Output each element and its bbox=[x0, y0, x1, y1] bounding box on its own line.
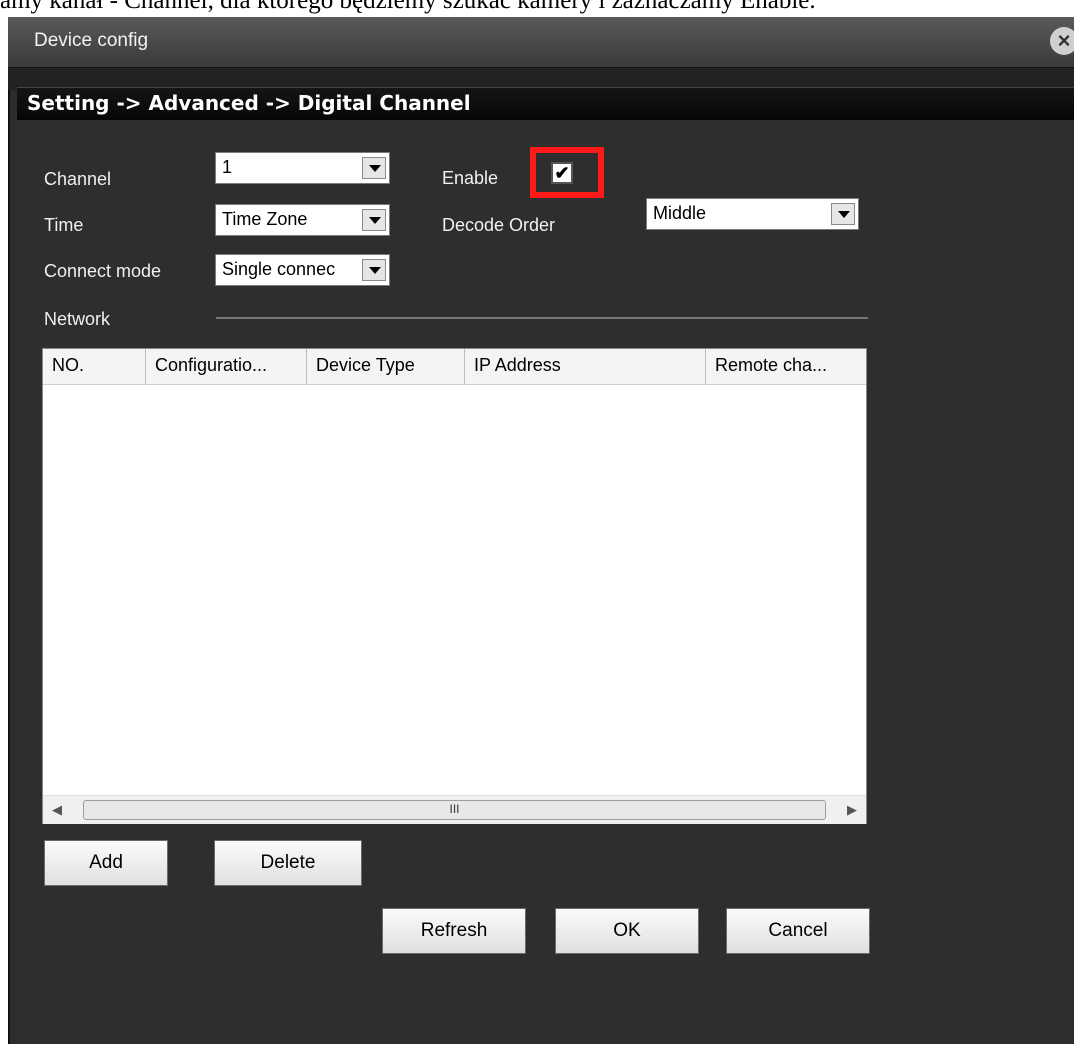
breadcrumb-banner: Setting -> Advanced -> Digital Channel bbox=[17, 87, 1074, 121]
time-label: Time bbox=[44, 215, 84, 235]
column-header-remote-channel[interactable]: Remote cha... bbox=[706, 349, 866, 384]
chevron-down-icon[interactable] bbox=[362, 259, 386, 281]
enable-checkbox[interactable]: ✔ bbox=[551, 162, 573, 184]
channel-label: Channel bbox=[44, 169, 112, 189]
time-select[interactable]: Time Zone bbox=[215, 204, 390, 236]
ok-button[interactable]: OK bbox=[555, 908, 699, 954]
device-table[interactable]: NO. Configuratio... Device Type IP Addre… bbox=[42, 348, 867, 824]
table-header: NO. Configuratio... Device Type IP Addre… bbox=[43, 349, 866, 385]
refresh-button[interactable]: Refresh bbox=[382, 908, 526, 954]
channel-value: 1 bbox=[222, 157, 233, 177]
scroll-right-icon[interactable]: ▶ bbox=[838, 796, 866, 824]
channel-select[interactable]: 1 bbox=[215, 152, 390, 184]
connect-mode-value: Single connec bbox=[222, 259, 336, 279]
column-header-configuration[interactable]: Configuratio... bbox=[146, 349, 307, 384]
chevron-down-icon[interactable] bbox=[362, 157, 386, 179]
breadcrumb: Setting -> Advanced -> Digital Channel bbox=[27, 91, 471, 115]
decode-order-select[interactable]: Middle bbox=[646, 198, 859, 230]
add-button[interactable]: Add bbox=[44, 840, 168, 886]
title-bar[interactable]: Device config × bbox=[8, 17, 1074, 67]
close-icon[interactable]: × bbox=[1050, 27, 1074, 55]
scrollbar-thumb[interactable]: III bbox=[83, 800, 826, 820]
time-value: Time Zone bbox=[222, 209, 308, 229]
enable-label: Enable bbox=[442, 168, 499, 188]
document-caption: amy kanał - Channel, dla którego będziem… bbox=[0, 0, 816, 14]
settings-panel: Channel 1 Enable ✔ Time Time Zone Decode… bbox=[17, 120, 1074, 1044]
horizontal-scrollbar[interactable]: ◀ III ▶ bbox=[43, 795, 866, 824]
decode-order-label: Decode Order bbox=[442, 215, 556, 235]
column-header-ip-address[interactable]: IP Address bbox=[465, 349, 706, 384]
decode-order-value: Middle bbox=[653, 203, 707, 223]
delete-button[interactable]: Delete bbox=[214, 840, 362, 886]
window-title: Device config bbox=[34, 30, 149, 51]
window-edge bbox=[8, 17, 10, 1044]
column-header-no[interactable]: NO. bbox=[43, 349, 146, 384]
connect-mode-select[interactable]: Single connec bbox=[215, 254, 390, 286]
scroll-left-icon[interactable]: ◀ bbox=[43, 796, 71, 824]
chevron-down-icon[interactable] bbox=[831, 203, 855, 225]
network-label: Network bbox=[44, 309, 111, 329]
chevron-down-icon[interactable] bbox=[362, 209, 386, 231]
connect-mode-label: Connect mode bbox=[44, 261, 162, 281]
column-header-device-type[interactable]: Device Type bbox=[307, 349, 465, 384]
device-config-window: Device config × Setting -> Advanced -> D… bbox=[8, 17, 1074, 1044]
network-divider bbox=[216, 317, 868, 319]
cancel-button[interactable]: Cancel bbox=[726, 908, 870, 954]
